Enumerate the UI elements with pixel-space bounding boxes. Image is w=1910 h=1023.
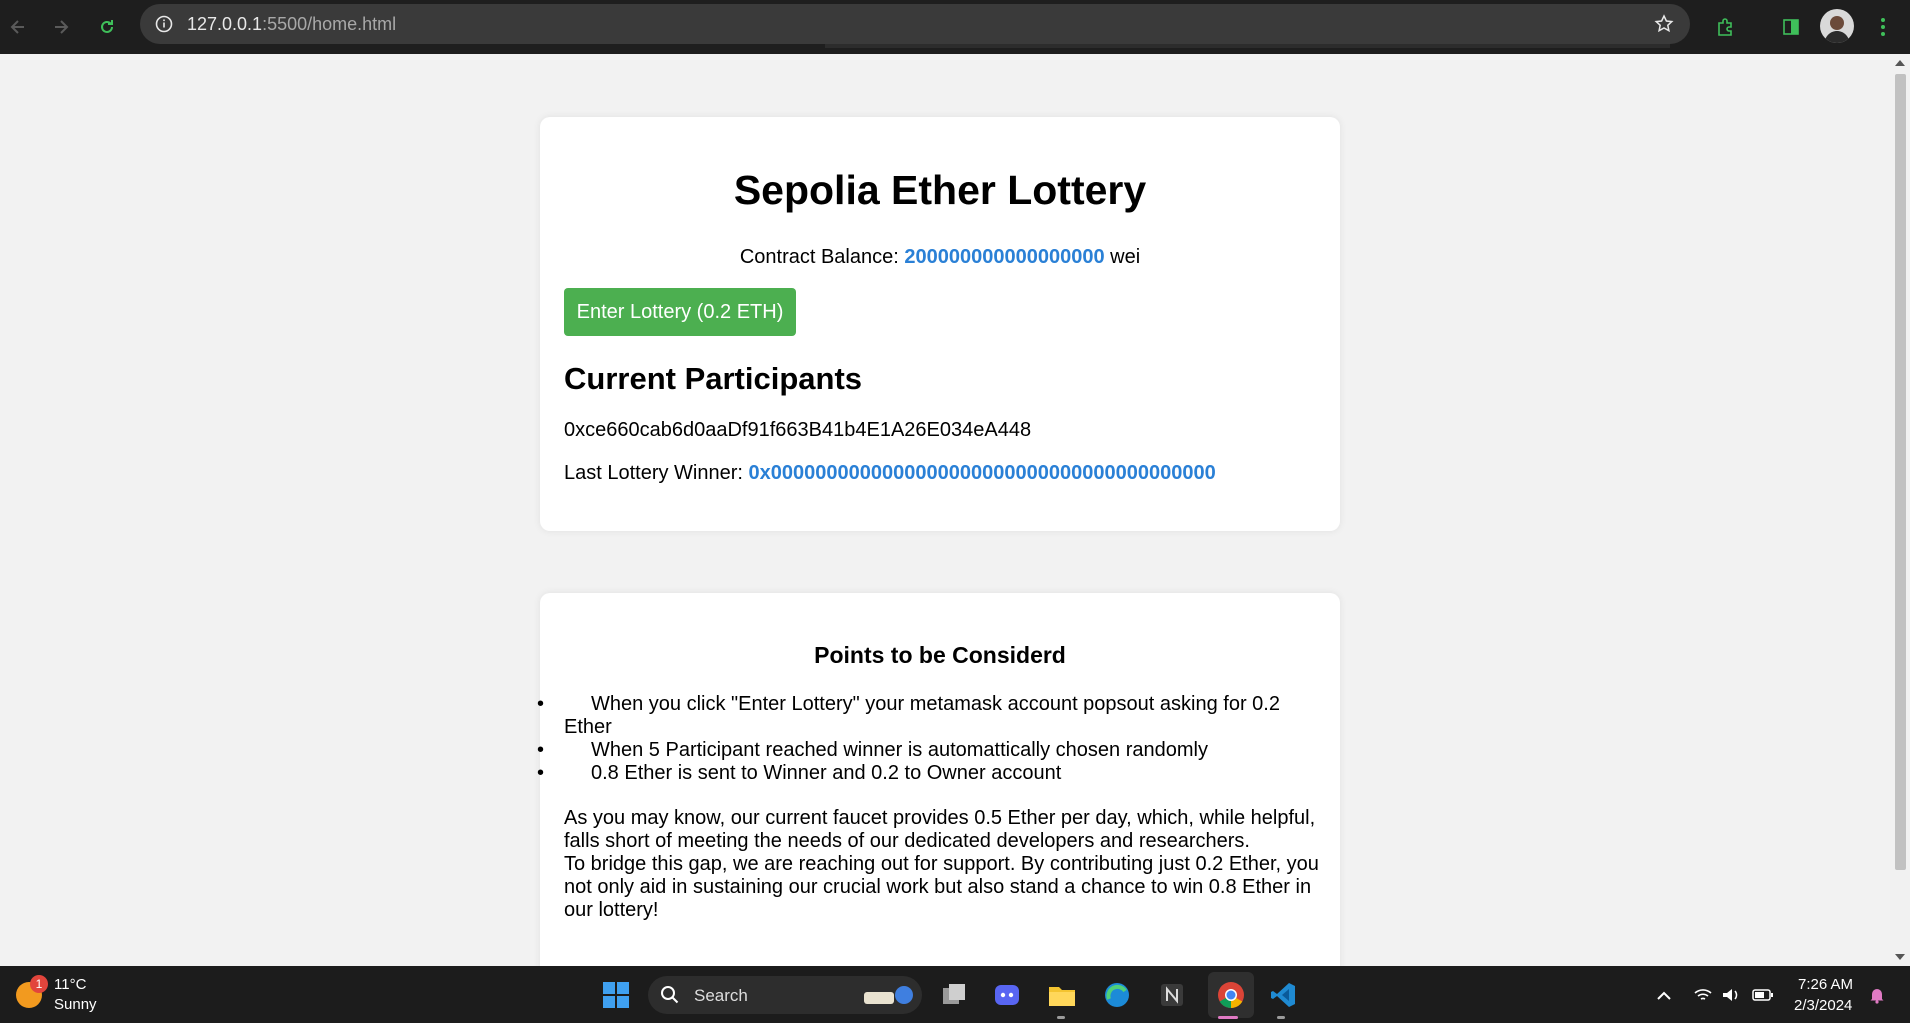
back-icon[interactable] (2, 11, 34, 43)
participant-address: 0xce660cab6d0aaDf91f663B41b4E1A26E034eA4… (564, 419, 1032, 441)
paragraph-support: To bridge this gap, we are reaching out … (564, 853, 1319, 921)
weather-temperature: 11°C (54, 976, 87, 993)
scroll-down-arrow[interactable] (1895, 954, 1905, 960)
tab-strip-edge (825, 44, 1670, 48)
last-winner: Last Lottery Winner: 0x00000000000000000… (564, 462, 1216, 485)
side-panel-icon[interactable] (1774, 10, 1808, 44)
scroll-up-arrow[interactable] (1895, 60, 1905, 66)
vscode-icon[interactable] (1266, 978, 1300, 1012)
winner-label: Last Lottery Winner: (564, 462, 749, 484)
battery-icon[interactable] (1752, 984, 1774, 1006)
notification-bell-icon[interactable] (1866, 984, 1888, 1006)
search-label: Search (694, 986, 748, 1005)
balance-unit: wei (1104, 246, 1141, 268)
search-highlight-icon (860, 982, 916, 1008)
chevron-up-icon[interactable] (1653, 984, 1675, 1006)
taskbar: 1 11°C Sunny Search 7:26 AM 2/3/2024 (0, 966, 1910, 1023)
address-bar[interactable]: 127.0.0.1:5500/home.html (140, 4, 1690, 44)
forward-icon[interactable] (45, 11, 77, 43)
extensions-icon[interactable] (1708, 10, 1742, 44)
volume-icon[interactable] (1720, 984, 1742, 1006)
url-text: 127.0.0.1:5500/home.html (187, 14, 396, 35)
windows-start-icon[interactable] (599, 978, 633, 1012)
enter-lottery-button[interactable]: Enter Lottery (0.2 ETH) (564, 288, 796, 336)
contract-balance: Contract Balance: 200000000000000000 wei (540, 246, 1340, 269)
menu-icon[interactable] (1866, 10, 1900, 44)
discord-icon[interactable] (990, 978, 1024, 1012)
clock-time[interactable]: 7:26 AM (1798, 976, 1853, 993)
lottery-card: Sepolia Ether Lottery Contract Balance: … (540, 117, 1340, 531)
profile-avatar[interactable] (1820, 9, 1854, 43)
list-item: 0.8 Ether is sent to Winner and 0.2 to O… (537, 762, 1309, 785)
notion-icon[interactable] (1155, 978, 1189, 1012)
info-card: Points to be Considerd When you click "E… (537, 593, 1340, 966)
bookmark-star-icon[interactable] (1652, 12, 1676, 36)
points-heading: Points to be Considerd (814, 642, 1066, 668)
chrome-icon[interactable] (1214, 978, 1248, 1012)
url-host: 127.0.0.1 (187, 14, 263, 34)
winner-address: 0x00000000000000000000000000000000000000… (748, 462, 1216, 484)
balance-value: 200000000000000000 (904, 246, 1105, 268)
running-indicator (1057, 1016, 1065, 1019)
file-explorer-icon[interactable] (1045, 978, 1079, 1012)
vertical-scrollbar[interactable] (1890, 54, 1910, 966)
weather-badge: 1 (30, 975, 48, 993)
page-title: Sepolia Ether Lottery (733, 167, 1147, 213)
info-paragraph: As you may know, our current faucet prov… (564, 807, 1324, 922)
wifi-icon[interactable] (1692, 984, 1714, 1006)
active-indicator (1218, 1016, 1238, 1019)
paragraph-faucet: As you may know, our current faucet prov… (564, 807, 1316, 852)
search-icon (660, 985, 680, 1010)
participants-heading: Current Participants (564, 361, 863, 396)
page-viewport: Sepolia Ether Lottery Contract Balance: … (0, 54, 1890, 966)
browser-toolbar: 127.0.0.1:5500/home.html (0, 0, 1910, 54)
reload-icon[interactable] (91, 11, 123, 43)
running-indicator (1277, 1016, 1285, 1019)
url-path: :5500/home.html (262, 14, 397, 34)
weather-condition: Sunny (54, 996, 97, 1013)
scroll-thumb[interactable] (1895, 74, 1906, 870)
list-item: When you click "Enter Lottery" your meta… (537, 693, 1309, 739)
task-view-icon[interactable] (937, 978, 971, 1012)
site-info-icon[interactable] (152, 12, 176, 36)
points-list: When you click "Enter Lottery" your meta… (537, 693, 1309, 785)
edge-icon[interactable] (1100, 978, 1134, 1012)
taskbar-search[interactable]: Search (648, 976, 922, 1014)
list-item: When 5 Participant reached winner is aut… (537, 739, 1309, 762)
clock-date[interactable]: 2/3/2024 (1794, 997, 1852, 1014)
balance-label: Contract Balance: (739, 246, 905, 268)
